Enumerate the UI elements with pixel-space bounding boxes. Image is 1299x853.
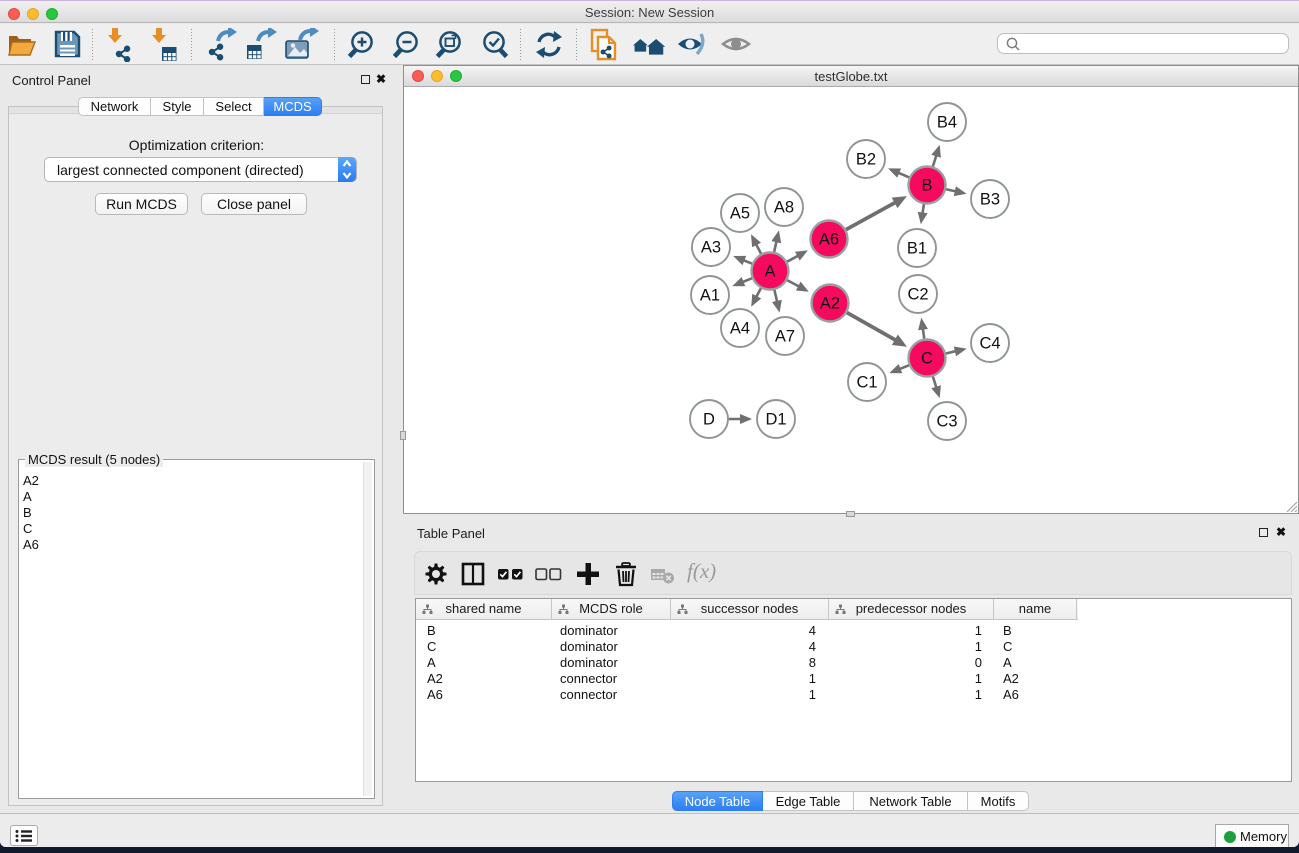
- svg-text:A1: A1: [700, 287, 720, 305]
- svg-text:A8: A8: [774, 199, 794, 217]
- svg-text:A3: A3: [701, 239, 721, 257]
- svg-text:D: D: [703, 411, 715, 429]
- svg-text:C2: C2: [907, 286, 928, 304]
- svg-text:C1: C1: [856, 374, 877, 392]
- svg-text:A2: A2: [820, 295, 840, 313]
- svg-text:B1: B1: [907, 240, 927, 258]
- svg-text:A5: A5: [730, 205, 750, 223]
- svg-text:B: B: [921, 177, 932, 195]
- svg-text:A7: A7: [775, 328, 795, 346]
- svg-text:C3: C3: [936, 413, 957, 431]
- svg-text:A4: A4: [730, 320, 750, 338]
- svg-text:B3: B3: [980, 191, 1000, 209]
- svg-text:A6: A6: [819, 231, 839, 249]
- svg-text:C: C: [921, 350, 933, 368]
- svg-text:B2: B2: [856, 151, 876, 169]
- svg-text:C4: C4: [979, 335, 1000, 353]
- svg-text:A: A: [764, 263, 775, 281]
- svg-text:B4: B4: [937, 114, 957, 132]
- svg-text:D1: D1: [765, 411, 786, 429]
